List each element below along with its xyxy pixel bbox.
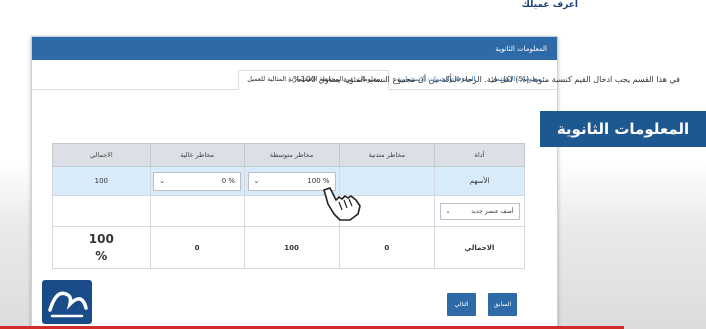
col-high-risk: مخاطر عالية [149,143,245,167]
high-risk-cell: ⌄ 0 % [149,166,245,196]
panel-title: المعلومات الثانوية [32,37,557,60]
logo-mark [48,291,88,318]
medium-risk-value: 100 % [307,177,330,185]
instruction-text: في هذا القسم يجب ادخال القيم كنسبة مئوية… [287,75,680,84]
section-overlay-label: المعلومات الثانوية [540,111,706,147]
portfolio-table: أداة مخاطر متدنية مخاطر متوسطة مخاطر عال… [52,143,525,269]
totals-grand-cell: 100 % [52,226,151,269]
add-item-placeholder: أضف عنصر جديد [471,207,514,215]
totals-row: الاجمالي 0 100 0 100 % [52,226,525,269]
next-button[interactable]: التالي [447,293,476,316]
table-row: ⌄ أضف عنصر جديد [52,195,525,227]
high-risk-select[interactable]: ⌄ 0 % [153,171,242,191]
hand-pointer-icon [323,187,361,221]
previous-button[interactable]: السابق [488,293,517,316]
know-your-client-link[interactable]: اعرف عميلك [522,0,578,10]
col-total: الاجمالي [52,143,151,167]
table-header-row: أداة مخاطر متدنية مخاطر متوسطة مخاطر عال… [52,143,525,167]
totals-medium: 100 [243,226,340,269]
table-row: الأسهم ⌄ 100 % ⌄ 0 % 100 [52,166,525,196]
chevron-down-icon: ⌄ [253,177,260,185]
grand-total-unit: % [95,248,108,263]
col-medium-risk: مخاطر متوسطة [243,143,340,167]
stock-total: 100 [52,166,151,196]
totals-low: 0 [338,226,436,269]
totals-high: 0 [149,226,245,269]
empty-cell [52,195,151,227]
site-logo [39,277,95,327]
add-item-cell: ⌄ أضف عنصر جديد [434,195,525,227]
grand-total-value: 100 [88,231,114,246]
empty-cell [149,195,245,227]
add-item-select[interactable]: ⌄ أضف عنصر جديد [439,202,520,220]
col-instrument: أداة [434,143,525,167]
chevron-down-icon: ⌄ [445,207,451,215]
totals-label: الاجمالي [434,226,525,269]
high-risk-value: 0 % [221,177,236,185]
stock-label: الأسهم [434,166,525,196]
col-low-risk: مخاطر متدنية [338,143,436,167]
chevron-down-icon: ⌄ [159,177,165,185]
